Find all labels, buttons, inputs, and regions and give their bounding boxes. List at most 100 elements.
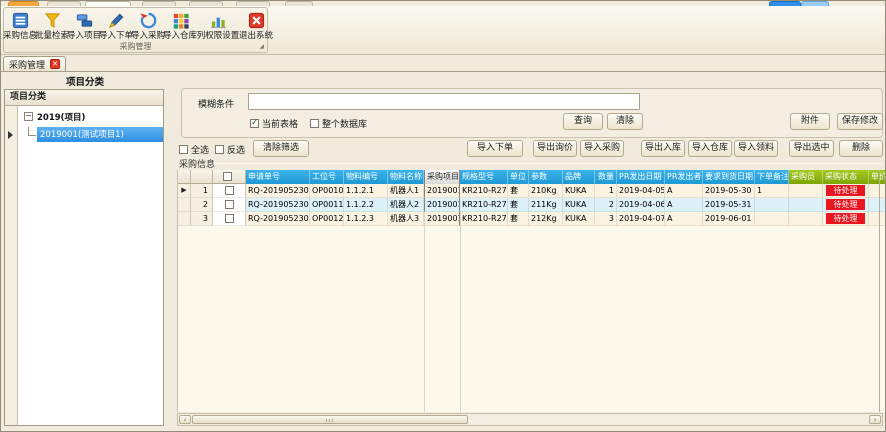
cell-unit[interactable]: 套 — [508, 184, 529, 198]
doc-tab-purchase-management[interactable]: 采购管理 ✕ — [3, 56, 66, 71]
cell-due_date[interactable]: 2019-06-01 — [703, 212, 755, 226]
cell-material_name[interactable]: 机器人1 — [388, 184, 424, 198]
cell-pr_sender[interactable]: A — [665, 198, 703, 212]
cell-request_no[interactable]: RQ-201905230001 — [246, 184, 310, 198]
cell-material_no[interactable]: 1.1.2.3 — [344, 212, 388, 226]
cell-material_name[interactable]: 机器人2 — [388, 198, 424, 212]
column-header-price[interactable]: 单价 — [869, 170, 885, 184]
column-header-unit[interactable]: 单位 — [508, 170, 529, 184]
cell-brand[interactable]: KUKA — [563, 184, 595, 198]
column-header-qty[interactable]: 数量 — [595, 170, 617, 184]
column-header-status[interactable]: 采购状态 — [823, 170, 869, 184]
scope-current-checkbox[interactable]: 当前表格 — [250, 117, 298, 130]
cell-num[interactable]: 1 — [191, 184, 213, 198]
fuzzy-condition-input[interactable] — [248, 93, 640, 110]
ribbon-btn-batch-search[interactable]: 批量检索 — [36, 9, 68, 41]
column-header-material_no[interactable]: 物料编号 — [344, 170, 388, 184]
cell-pr_date[interactable]: 2019-04-06 — [617, 198, 665, 212]
cell-pr_sender[interactable]: A — [665, 184, 703, 198]
row-checkbox[interactable] — [225, 214, 234, 223]
dialog-launcher-icon[interactable]: ◢ — [259, 44, 264, 50]
cell-material_no[interactable]: 1.1.2.2 — [344, 198, 388, 212]
column-header-project[interactable]: 采购项目 — [424, 170, 460, 184]
tree-header[interactable]: 项目分类 — [5, 90, 163, 106]
invert-select-checkbox[interactable]: 反选 — [215, 143, 245, 156]
cell-buyer[interactable] — [789, 212, 823, 226]
cell-param[interactable]: 210Kg — [529, 184, 563, 198]
column-header-material_name[interactable]: 物料名称 — [388, 170, 424, 184]
cell-sel[interactable]: ▶ — [178, 184, 191, 198]
cell-project[interactable]: 2019001 — [424, 184, 460, 198]
column-header-request_no[interactable]: 申请单号 — [246, 170, 310, 184]
ribbon-btn-import-warehouse[interactable]: 导入仓库 — [164, 9, 196, 41]
checkbox-checked-icon[interactable] — [250, 119, 259, 128]
cell-due_date[interactable]: 2019-05-31 — [703, 198, 755, 212]
cell-status[interactable]: 待处理 — [823, 184, 869, 198]
cell-order_note[interactable] — [755, 198, 789, 212]
checkbox-icon[interactable] — [215, 145, 224, 154]
export-inbound-button[interactable]: 导出入库 — [641, 140, 685, 157]
cell-order_note[interactable] — [755, 212, 789, 226]
table-row[interactable]: ▶1RQ-201905230001OP00101.1.2.1机器人1201900… — [178, 184, 885, 198]
cell-model[interactable]: KR210-R2701 — [460, 198, 508, 212]
cell-param[interactable]: 211Kg — [529, 198, 563, 212]
cell-order_note[interactable]: 1 — [755, 184, 789, 198]
cell-model[interactable]: KR210-R2700 — [460, 184, 508, 198]
cell-chk[interactable] — [213, 212, 246, 226]
ribbon-btn-exit-system[interactable]: 退出系统 — [240, 9, 272, 41]
close-tab-icon[interactable]: ✕ — [50, 59, 60, 69]
export-selected-button[interactable]: 导出选中 — [789, 140, 834, 157]
row-checkbox[interactable] — [225, 186, 234, 195]
column-header-model[interactable]: 规格型号 — [460, 170, 508, 184]
ribbon-btn-purchase-info[interactable]: 采购信息 — [4, 9, 36, 41]
cell-project[interactable]: 2019001 — [424, 198, 460, 212]
ribbon-btn-import-purchase[interactable]: 导入采购 — [132, 9, 164, 41]
cell-chk[interactable] — [213, 198, 246, 212]
cell-station_no[interactable]: OP0012 — [310, 212, 344, 226]
cell-unit[interactable]: 套 — [508, 198, 529, 212]
cell-qty[interactable]: 1 — [595, 184, 617, 198]
horizontal-scrollbar[interactable]: ‹ › — [177, 413, 883, 426]
cell-qty[interactable]: 2 — [595, 198, 617, 212]
column-header-brand[interactable]: 品牌 — [563, 170, 595, 184]
ribbon-btn-import-project[interactable]: 导入项目 — [68, 9, 100, 41]
scrollbar-thumb[interactable] — [192, 415, 468, 424]
cell-material_no[interactable]: 1.1.2.1 — [344, 184, 388, 198]
cell-brand[interactable]: KUKA — [563, 198, 595, 212]
save-changes-button[interactable]: 保存修改 — [837, 113, 883, 130]
tree-node-1[interactable]: −2019(项目) — [18, 108, 163, 125]
row-checkbox[interactable] — [225, 200, 234, 209]
cell-brand[interactable]: KUKA — [563, 212, 595, 226]
cell-request_no[interactable]: RQ-201905230003 — [246, 212, 310, 226]
export-inquiry-button[interactable]: 导出询价 — [533, 140, 577, 157]
cell-chk[interactable] — [213, 184, 246, 198]
query-button[interactable]: 查询 — [563, 113, 603, 130]
import-purchase-button[interactable]: 导入采购 — [580, 140, 624, 157]
import-order-button[interactable]: 导入下单 — [467, 140, 523, 157]
cell-material_name[interactable]: 机器人3 — [388, 212, 424, 226]
cell-station_no[interactable]: OP0011 — [310, 198, 344, 212]
expand-collapse-icon[interactable]: − — [24, 112, 33, 121]
cell-buyer[interactable] — [789, 184, 823, 198]
column-header-pr_date[interactable]: PR发出日期 — [617, 170, 665, 184]
cell-qty[interactable]: 3 — [595, 212, 617, 226]
cell-pr_date[interactable]: 2019-04-05 — [617, 184, 665, 198]
cell-sel[interactable] — [178, 212, 191, 226]
table-row[interactable]: 2RQ-201905230002OP00111.1.2.2机器人22019001… — [178, 198, 885, 212]
ribbon-btn-import-order[interactable]: 导入下单 — [100, 9, 132, 41]
attachment-button[interactable]: 附件 — [790, 113, 830, 130]
ribbon-btn-column-permission[interactable]: 列权限设置 — [196, 9, 240, 41]
cell-unit[interactable]: 套 — [508, 212, 529, 226]
column-header-order_note[interactable]: 下单备注 — [755, 170, 789, 184]
cell-num[interactable]: 3 — [191, 212, 213, 226]
checkbox-icon[interactable] — [179, 145, 188, 154]
column-header-chk[interactable] — [213, 170, 246, 184]
table-row[interactable]: 3RQ-201905230003OP00121.1.2.3机器人32019001… — [178, 212, 885, 226]
cell-status[interactable]: 待处理 — [823, 198, 869, 212]
scroll-right-icon[interactable]: › — [869, 415, 881, 424]
clear-button[interactable]: 清除 — [607, 113, 643, 130]
column-header-due_date[interactable]: 要求到货日期 — [703, 170, 755, 184]
column-header-station_no[interactable]: 工位号 — [310, 170, 344, 184]
cell-station_no[interactable]: OP0010 — [310, 184, 344, 198]
column-header-pr_sender[interactable]: PR发出者 — [665, 170, 703, 184]
